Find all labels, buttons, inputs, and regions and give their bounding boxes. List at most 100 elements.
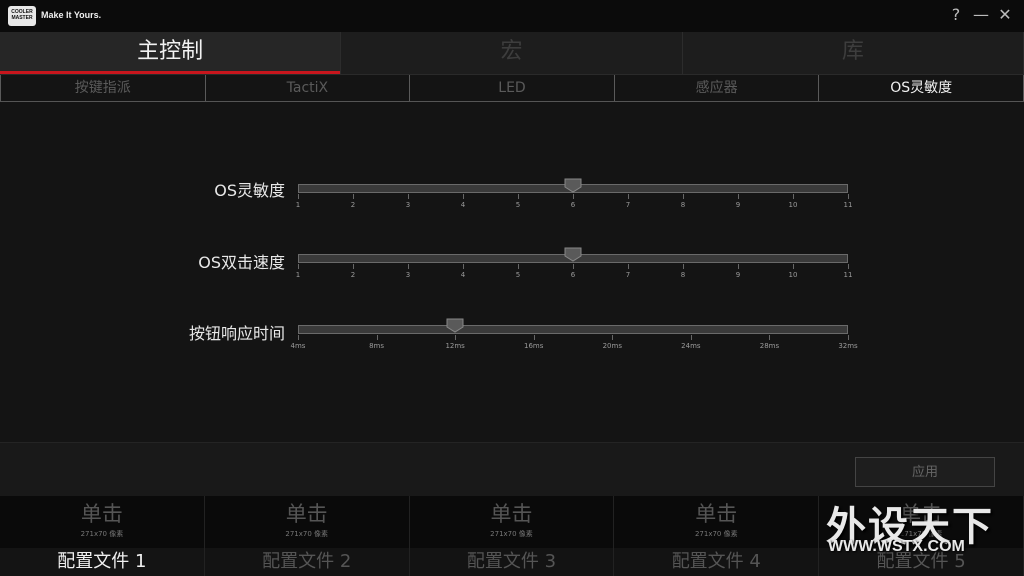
- tick-label: 2: [350, 201, 356, 209]
- os-double-click-label: OS双击速度: [198, 253, 285, 272]
- button-response-label: 按钮响应时间: [188, 324, 285, 343]
- tick-mark: [298, 194, 299, 199]
- profile-name: 配置文件 2: [204, 548, 409, 576]
- tick-label: 8: [680, 271, 686, 279]
- subtab-os-sensitivity[interactable]: OS灵敏度: [818, 75, 1024, 101]
- tick-label: 20ms: [602, 342, 622, 350]
- tick-mark: [463, 194, 464, 199]
- tick-label: 12ms: [445, 342, 465, 350]
- profile-bar: 单击 271x70 像素 配置文件 1 单击 271x70 像素 配置文件 2 …: [0, 496, 1024, 576]
- profile-5[interactable]: 单击 271x70 像素 配置文件 5: [819, 496, 1024, 576]
- tick-label: 5: [515, 201, 521, 209]
- profile-resolution: 271x70 像素: [80, 530, 124, 538]
- profile-name: 配置文件 1: [0, 548, 204, 576]
- profile-4[interactable]: 单击 271x70 像素 配置文件 4: [614, 496, 820, 576]
- cooler-master-logo: COOLER MASTER: [8, 6, 36, 26]
- os-sensitivity-scale: 1 2 3 4 5 6 7 8 9 10 11: [295, 194, 852, 212]
- tick-label: 1: [295, 201, 301, 209]
- profile-click-label: 单击: [80, 502, 123, 526]
- tick-label: 5: [515, 271, 521, 279]
- tick-label: 8ms: [369, 342, 385, 350]
- tick-mark: [848, 194, 849, 199]
- tick-label: 1: [295, 271, 301, 279]
- tick-mark: [612, 335, 614, 340]
- tick-label: 7: [625, 271, 631, 279]
- tick-mark: [738, 194, 739, 199]
- tick-label: 6: [570, 201, 576, 209]
- button-response-track[interactable]: [298, 325, 848, 334]
- tick-label: 2: [350, 271, 356, 279]
- subtab-key-assignment[interactable]: 按键指派: [0, 75, 205, 101]
- tab-macro[interactable]: 宏: [341, 32, 683, 74]
- os-sensitivity-label: OS灵敏度: [214, 181, 285, 200]
- subtab-tactix[interactable]: TactiX: [204, 75, 410, 101]
- profile-resolution: 271x70 像素: [490, 530, 533, 538]
- profile-2[interactable]: 单击 271x70 像素 配置文件 2: [204, 496, 410, 576]
- subtab-sensor[interactable]: 感应器: [613, 75, 819, 101]
- tick-mark: [408, 194, 409, 199]
- tick-mark: [518, 264, 519, 269]
- tick-label: 8: [680, 201, 686, 209]
- tick-label: 24ms: [681, 342, 701, 350]
- tick-label: 4: [460, 201, 466, 209]
- brand-tagline: Make It Yours.: [41, 10, 102, 20]
- tick-mark: [793, 264, 794, 269]
- profile-click-label: 单击: [285, 502, 328, 526]
- tick-label: 3: [405, 201, 411, 209]
- minimize-button[interactable]: —: [970, 4, 992, 26]
- tick-mark: [298, 264, 299, 269]
- profile-name: 配置文件 5: [819, 548, 1023, 576]
- profile-click-label: 单击: [490, 502, 533, 526]
- tick-mark: [353, 194, 354, 199]
- tick-mark: [848, 335, 849, 340]
- title-bar: COOLER MASTER Make It Yours. ? — ✕: [0, 0, 1024, 32]
- tick-mark: [793, 194, 794, 199]
- tick-mark: [690, 335, 692, 340]
- os-double-click-thumb[interactable]: [564, 247, 582, 262]
- tick-mark: [376, 335, 378, 340]
- profile-click-label: 单击: [900, 502, 943, 526]
- profile-click-label: 单击: [695, 502, 738, 526]
- tick-label: 10: [788, 271, 798, 279]
- profile-3[interactable]: 单击 271x70 像素 配置文件 3: [409, 496, 615, 576]
- help-button[interactable]: ?: [945, 4, 967, 26]
- tick-label: 9: [735, 271, 741, 279]
- profile-resolution: 271x70 像素: [899, 530, 943, 538]
- tick-mark: [463, 264, 464, 269]
- tick-mark: [848, 264, 849, 269]
- tick-mark: [769, 335, 771, 340]
- subtab-led[interactable]: LED: [409, 75, 614, 101]
- sub-tabs: 按键指派 TactiX LED 感应器 OS灵敏度: [0, 74, 1024, 102]
- profile-resolution: 271x70 像素: [694, 530, 738, 538]
- button-response-thumb[interactable]: [446, 318, 464, 333]
- tick-mark: [683, 264, 684, 269]
- tab-main-control[interactable]: 主控制: [0, 32, 342, 74]
- profile-1[interactable]: 单击 271x70 像素 配置文件 1: [0, 496, 205, 576]
- tick-label: 6: [570, 271, 576, 279]
- tick-label: 4ms: [290, 342, 306, 350]
- tick-mark: [533, 335, 535, 340]
- tick-mark: [573, 264, 574, 269]
- close-button[interactable]: ✕: [994, 4, 1016, 26]
- tick-label: 9: [735, 201, 741, 209]
- apply-button[interactable]: 应用: [855, 457, 995, 487]
- tick-mark: [518, 194, 519, 199]
- tick-label: 3: [405, 271, 411, 279]
- tick-mark: [683, 194, 684, 199]
- tick-mark: [573, 194, 574, 199]
- tick-label: 10: [788, 201, 798, 209]
- tick-mark: [455, 335, 457, 340]
- os-sensitivity-thumb[interactable]: [564, 178, 582, 193]
- tick-label: 4: [460, 271, 466, 279]
- tab-library[interactable]: 库: [682, 32, 1024, 74]
- profile-resolution: 271x70 像素: [285, 530, 329, 538]
- tick-label: 32ms: [838, 342, 858, 350]
- button-response-scale: 4ms 8ms 12ms 16ms 20ms 24ms 28ms 32ms: [291, 335, 858, 353]
- os-double-click-scale: 1 2 3 4 5 6 7 8 9 10 11: [295, 264, 852, 282]
- tick-mark: [628, 264, 629, 269]
- tick-label: 28ms: [759, 342, 780, 350]
- tick-label: 16ms: [524, 342, 544, 350]
- tick-mark: [628, 194, 629, 199]
- tick-mark: [298, 335, 299, 340]
- tick-label: 11: [843, 201, 853, 209]
